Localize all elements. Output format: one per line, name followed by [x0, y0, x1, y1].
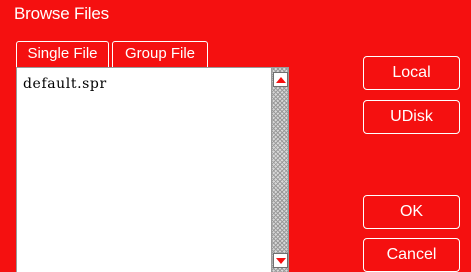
scroll-up-button[interactable]: [273, 72, 288, 87]
scrollbar[interactable]: [271, 68, 288, 272]
tab-group-file[interactable]: Group File: [112, 41, 208, 67]
tab-single-file[interactable]: Single File: [16, 41, 109, 67]
window-title: Browse Files: [14, 4, 109, 23]
arrow-down-icon: [275, 257, 286, 264]
ok-button[interactable]: OK: [363, 195, 460, 229]
scroll-down-button[interactable]: [273, 253, 288, 268]
file-list: default.spr: [16, 67, 289, 272]
local-button[interactable]: Local: [363, 56, 460, 90]
list-item[interactable]: default.spr: [23, 76, 272, 92]
udisk-button[interactable]: UDisk: [363, 100, 460, 134]
file-list-content: default.spr: [17, 68, 272, 272]
arrow-up-icon: [275, 76, 286, 83]
cancel-button[interactable]: Cancel: [363, 238, 460, 272]
